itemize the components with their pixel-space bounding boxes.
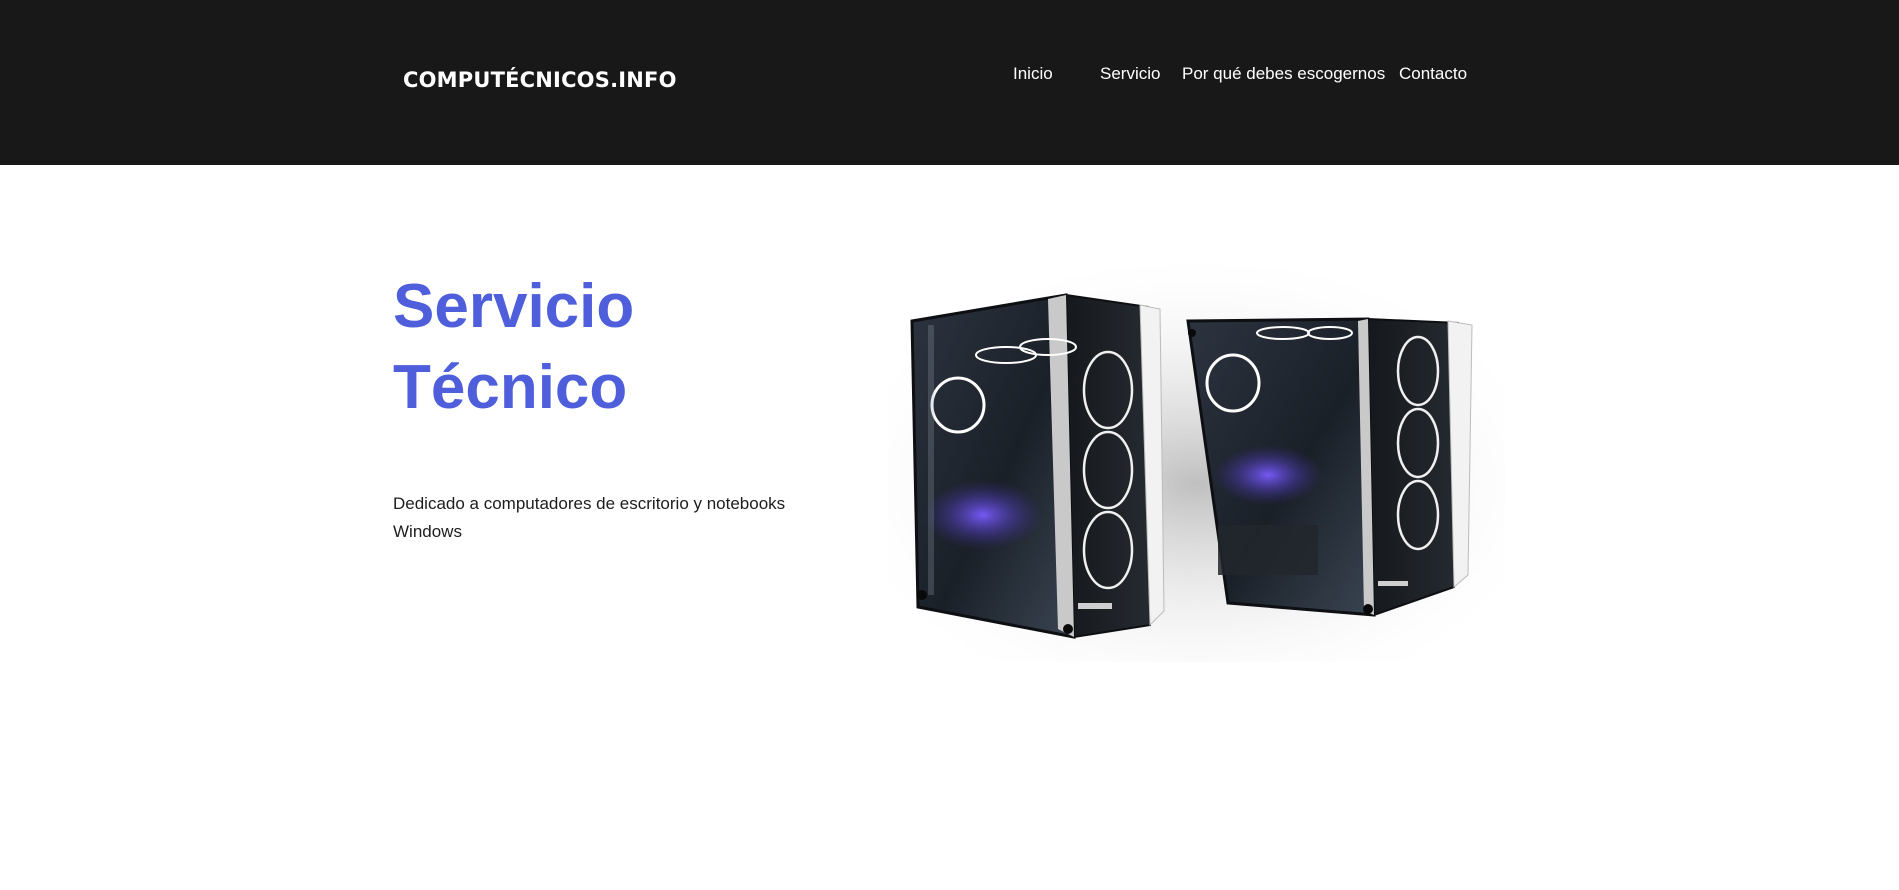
site-logo[interactable]: COMPUTÉCNICOS.INFO: [403, 68, 677, 92]
nav-item-inicio[interactable]: Inicio: [1013, 64, 1053, 84]
right-pc-case: [1186, 317, 1473, 617]
nav-item-servicio[interactable]: Servicio: [1100, 64, 1160, 84]
hero-title-line1: Servicio: [393, 272, 635, 341]
pc-cases-image: [888, 265, 1505, 662]
hero-title-line2: Técnico: [393, 353, 628, 422]
hero-title: Servicio Técnico: [393, 266, 813, 428]
nav-item-contacto[interactable]: Contacto: [1399, 64, 1467, 84]
hero-description: Dedicado a computadores de escritorio y …: [393, 494, 786, 541]
nav-item-por-que[interactable]: Por qué debes escogernos: [1182, 64, 1385, 84]
site-header: COMPUTÉCNICOS.INFO Inicio Servicio Por q…: [0, 0, 1899, 165]
left-pc-case: [910, 293, 1165, 639]
